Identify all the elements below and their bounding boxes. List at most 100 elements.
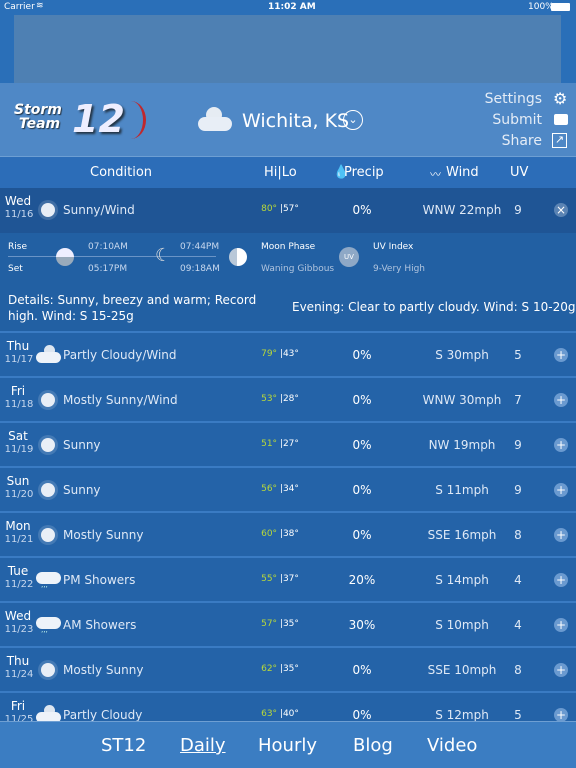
- submit-button[interactable]: Submit: [492, 112, 542, 128]
- uv: 8: [514, 663, 522, 677]
- hi-temp: 51°: [261, 439, 278, 449]
- nav-daily[interactable]: Daily: [180, 735, 226, 756]
- hi-temp: 53°: [261, 394, 278, 404]
- hi-lo: 63° |40°: [250, 709, 310, 719]
- wind-icon: 〰: [430, 168, 441, 181]
- nav-st12[interactable]: ST12: [101, 735, 146, 756]
- uv: 5: [514, 348, 522, 362]
- uv-index-value: 9-Very High: [373, 264, 426, 274]
- sun-icon: [36, 198, 60, 222]
- expand-plus-icon[interactable]: +: [554, 573, 568, 587]
- precip: 0%: [352, 438, 372, 452]
- condition: Partly Cloudy/Wind: [63, 348, 177, 362]
- date: 11/22: [4, 579, 34, 590]
- wind: S 30mph: [435, 348, 489, 362]
- lo-temp: |28°: [279, 394, 299, 404]
- lo-temp: |34°: [279, 484, 299, 494]
- sun-icon: [36, 433, 60, 457]
- forecast-row-expanded[interactable]: Wed 11/16 Sunny/Wind 80° |57° 0% WNW 22m…: [0, 188, 576, 233]
- date: 11/21: [4, 534, 34, 545]
- precip: 0%: [352, 483, 372, 497]
- nav-video[interactable]: Video: [427, 735, 477, 756]
- condition: Mostly Sunny/Wind: [63, 393, 178, 407]
- day: Tue: [7, 564, 29, 578]
- showers-icon: ’’’: [36, 568, 61, 593]
- wind: WNW 30mph: [422, 393, 502, 407]
- day: Sun: [6, 474, 30, 488]
- chevron-down-icon[interactable]: ⌄: [343, 110, 363, 130]
- nav-hourly[interactable]: Hourly: [258, 735, 317, 756]
- condition: PM Showers: [63, 573, 136, 587]
- forecast-row[interactable]: Fri 11/18 Mostly Sunny/Wind 53° |28° 0% …: [0, 378, 576, 423]
- sunset-time: 05:17PM: [88, 264, 128, 274]
- wind: S 12mph: [435, 708, 489, 722]
- expand-plus-icon[interactable]: +: [554, 483, 568, 497]
- sun-icon: [36, 478, 60, 502]
- col-wind: Wind: [446, 165, 479, 180]
- expand-plus-icon[interactable]: +: [554, 618, 568, 632]
- forecast-row[interactable]: Sun 11/20 Sunny 56° |34° 0% S 11mph 9 +: [0, 468, 576, 513]
- evening-details-text: Evening: Clear to partly cloudy. Wind: S…: [292, 300, 576, 314]
- day: Fri: [10, 699, 26, 713]
- uv-icon: UV: [339, 247, 359, 267]
- condition: Partly Cloudy: [63, 708, 143, 722]
- expand-plus-icon[interactable]: +: [554, 528, 568, 542]
- expand-plus-icon[interactable]: +: [554, 438, 568, 452]
- share-icon[interactable]: ↗: [552, 133, 567, 148]
- expand-plus-icon[interactable]: +: [554, 663, 568, 677]
- forecast-row[interactable]: Mon 11/21 Mostly Sunny 60° |38° 0% SSE 1…: [0, 513, 576, 558]
- sun-icon: [36, 388, 60, 412]
- wind: WNW 22mph: [422, 203, 502, 217]
- hi-lo: 51° |27°: [250, 439, 310, 449]
- forecast-row[interactable]: Tue 11/22 ’’’ PM Showers 55° |37° 20% S …: [0, 558, 576, 603]
- condition: Sunny/Wind: [63, 203, 135, 217]
- condition: Sunny: [63, 438, 101, 452]
- moonrise-time: 07:44PM: [180, 242, 220, 252]
- wind: S 11mph: [435, 483, 489, 497]
- forecast-row[interactable]: Thu 11/17 Partly Cloudy/Wind 79° |43° 0%…: [0, 333, 576, 378]
- forecast-row[interactable]: Thu 11/24 Mostly Sunny 62° |35° 0% SSE 1…: [0, 648, 576, 693]
- collapse-close-icon[interactable]: ×: [554, 203, 568, 217]
- uv: 8: [514, 528, 522, 542]
- forecast-row[interactable]: Sat 11/19 Sunny 51° |27° 0% NW 19mph 9 +: [0, 423, 576, 468]
- rise-label: Rise: [8, 242, 27, 252]
- location-name[interactable]: Wichita, KS: [242, 110, 349, 132]
- day-details-text: Details: Sunny, breezy and warm; Record …: [8, 293, 257, 323]
- share-button[interactable]: Share: [502, 133, 542, 149]
- settings-button[interactable]: Settings: [485, 91, 542, 107]
- uv: 5: [514, 708, 522, 722]
- day: Thu: [6, 339, 30, 353]
- lo-temp: |40°: [279, 709, 299, 719]
- date: 11/18: [4, 399, 34, 410]
- precip: 30%: [348, 618, 376, 632]
- hi-temp: 62°: [261, 664, 278, 674]
- hi-lo: 53° |28°: [250, 394, 310, 404]
- hi-lo: 80° |57°: [261, 204, 299, 214]
- storm-team-12-logo[interactable]: Storm Team 12: [12, 97, 147, 143]
- camera-icon[interactable]: [554, 114, 568, 125]
- battery-level: 100%: [528, 2, 554, 12]
- lo-temp: |27°: [279, 439, 299, 449]
- ad-banner[interactable]: [14, 15, 561, 83]
- expand-plus-icon[interactable]: +: [554, 393, 568, 407]
- day: Wed: [4, 609, 32, 623]
- uv: 7: [514, 393, 522, 407]
- day: Thu: [6, 654, 30, 668]
- expand-plus-icon[interactable]: +: [554, 348, 568, 362]
- carrier: Carrier: [4, 2, 35, 12]
- condition: Mostly Sunny: [63, 663, 144, 677]
- condition: Mostly Sunny: [63, 528, 144, 542]
- lo-temp: |35°: [279, 664, 299, 674]
- col-condition: Condition: [90, 165, 153, 180]
- hi-lo: 56° |34°: [250, 484, 310, 494]
- nav-blog[interactable]: Blog: [353, 735, 393, 756]
- lo-temp: |43°: [279, 349, 299, 359]
- forecast-row[interactable]: Wed 11/23 ’’’ AM Showers 57° |35° 30% S …: [0, 603, 576, 648]
- gear-icon[interactable]: ⚙: [553, 89, 567, 108]
- lo-temp: |37°: [279, 574, 299, 584]
- expand-plus-icon[interactable]: +: [554, 708, 568, 722]
- col-hilo: Hi|Lo: [264, 165, 297, 180]
- partly-cloudy-icon: [196, 105, 234, 135]
- showers-icon: ’’’: [36, 613, 61, 638]
- day: Sat: [8, 429, 28, 443]
